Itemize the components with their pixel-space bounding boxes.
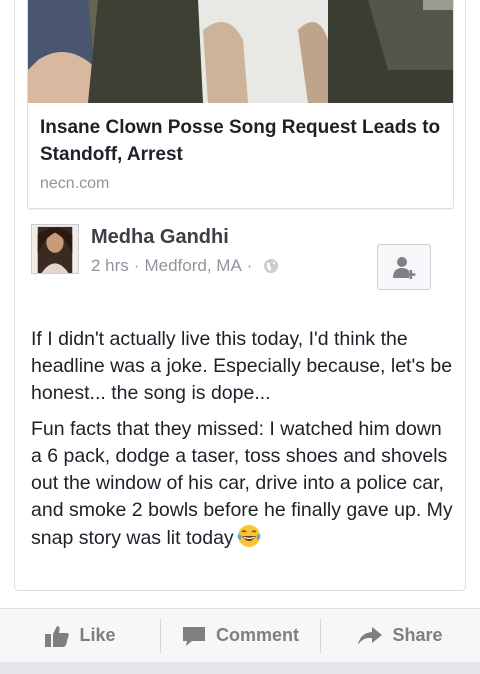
- post-text: If I didn't actually live this today, I'…: [31, 326, 455, 561]
- laughing-emoji-icon: [237, 524, 261, 548]
- meta-separator: ·: [133, 256, 140, 275]
- avatar[interactable]: [31, 224, 79, 274]
- share-label: Share: [392, 625, 443, 645]
- comment-button[interactable]: Comment: [160, 609, 320, 662]
- share-button[interactable]: Share: [320, 609, 480, 662]
- like-label: Like: [79, 625, 116, 645]
- add-friend-button[interactable]: [377, 244, 431, 290]
- post-time[interactable]: 2 hrs: [91, 256, 129, 276]
- thumbs-up-icon: [45, 625, 70, 647]
- link-domain: necn.com: [40, 175, 110, 192]
- feed-gap: [0, 592, 480, 608]
- add-friend-icon: [393, 257, 416, 279]
- comment-bubble-icon: [182, 626, 205, 646]
- post-header: Medha Gandhi 2 hrs · Medford, MA ·: [15, 222, 467, 292]
- post-card: Insane Clown Posse Song Request Leads to…: [14, 0, 466, 591]
- link-preview-card[interactable]: Insane Clown Posse Song Request Leads to…: [27, 0, 454, 209]
- author-name[interactable]: Medha Gandhi: [91, 226, 229, 249]
- globe-icon: [263, 258, 279, 274]
- action-bar: Like Comment Share: [0, 608, 480, 662]
- link-title[interactable]: Insane Clown Posse Song Request Leads to…: [40, 114, 445, 168]
- post-meta: 2 hrs · Medford, MA ·: [91, 256, 279, 276]
- post-location[interactable]: Medford, MA: [144, 256, 241, 276]
- feed-divider: [0, 662, 480, 674]
- share-arrow-icon: [358, 626, 383, 645]
- post-paragraph: Fun facts that they missed: I watched hi…: [31, 416, 455, 552]
- comment-label: Comment: [215, 625, 299, 645]
- like-button[interactable]: Like: [0, 609, 160, 662]
- post-paragraph: If I didn't actually live this today, I'…: [31, 328, 453, 404]
- link-preview-image[interactable]: [28, 0, 454, 103]
- meta-separator: ·: [246, 256, 253, 275]
